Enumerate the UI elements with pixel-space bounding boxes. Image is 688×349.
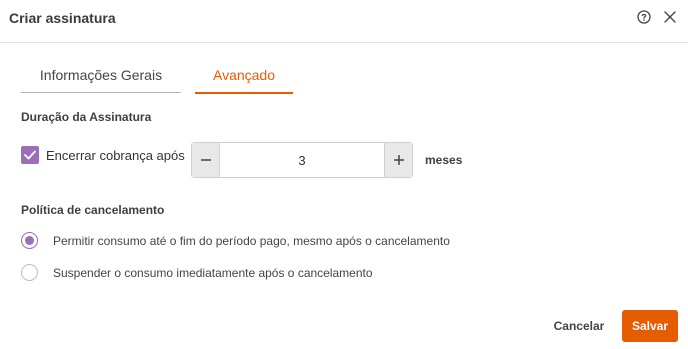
cancel-button[interactable]: Cancelar xyxy=(545,313,613,339)
dialog-header: Criar assinatura xyxy=(0,0,688,43)
duration-unit: meses xyxy=(425,153,463,167)
radio-suspend-immediately-label: Suspender o consumo imediatamente após o… xyxy=(53,266,373,280)
radio-suspend-immediately[interactable] xyxy=(21,264,38,281)
duration-stepper xyxy=(191,142,413,178)
plus-icon xyxy=(393,155,404,166)
tab-advanced[interactable]: Avançado xyxy=(195,64,293,94)
dialog-title: Criar assinatura xyxy=(9,10,116,26)
save-button[interactable]: Salvar xyxy=(622,310,678,342)
decrement-button[interactable] xyxy=(192,143,220,177)
increment-button[interactable] xyxy=(384,143,412,177)
duration-input[interactable] xyxy=(220,143,384,177)
tab-general-info[interactable]: Informações Gerais xyxy=(21,64,181,93)
minus-icon xyxy=(200,159,211,161)
policy-section-title: Política de cancelamento xyxy=(21,203,165,217)
radio-allow-until-end[interactable] xyxy=(21,232,38,249)
check-icon xyxy=(24,150,36,160)
close-icon[interactable] xyxy=(662,9,678,25)
end-billing-label: Encerrar cobrança após xyxy=(46,148,185,163)
end-billing-checkbox[interactable] xyxy=(21,146,39,164)
help-circle-icon[interactable] xyxy=(636,9,652,25)
duration-section-title: Duração da Assinatura xyxy=(21,110,152,124)
radio-allow-until-end-label: Permitir consumo até o fim do período pa… xyxy=(53,234,450,248)
